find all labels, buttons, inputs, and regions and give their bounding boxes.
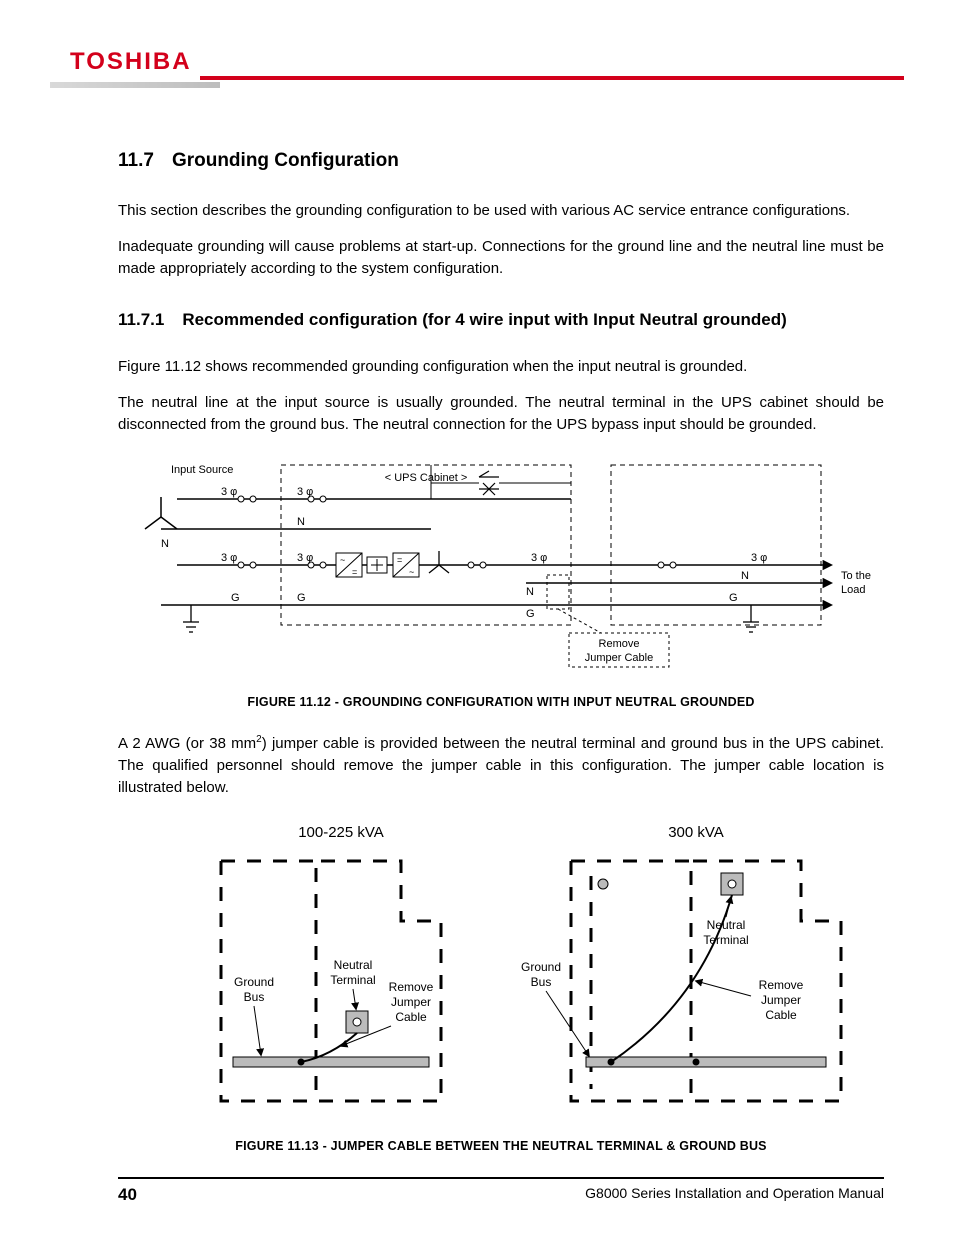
svg-text:Ground: Ground (234, 975, 274, 989)
svg-text:Terminal: Terminal (330, 973, 375, 987)
svg-text:3 φ: 3 φ (297, 552, 313, 564)
figure-11-12-caption: FIGURE 11.12 - GROUNDING CONFIGURATION W… (118, 695, 884, 709)
left-title: 100-225 kVA (298, 824, 384, 841)
svg-text:=: = (352, 567, 357, 577)
svg-text:Ground: Ground (521, 960, 561, 974)
subsection-title: Recommended configuration (for 4 wire in… (182, 310, 786, 329)
page-number: 40 (118, 1185, 137, 1205)
jumper-diagram-svg: 100-225 kVA 300 kVA Ground Bus (141, 821, 861, 1121)
ground-icon (743, 605, 759, 632)
external-box-1 (611, 465, 821, 625)
svg-text:3 φ: 3 φ (751, 552, 767, 564)
input-source-label: Input Source (171, 464, 233, 476)
svg-text:G: G (297, 592, 306, 604)
ups-cabinet-boundary (281, 465, 571, 625)
svg-text:N: N (526, 586, 534, 598)
figure-11-12: Input Source < UPS Cabinet > 3 φ 3 φ (118, 457, 884, 677)
svg-text:Jumper Cable: Jumper Cable (585, 652, 653, 664)
svg-text:~: ~ (409, 567, 414, 577)
svg-text:G: G (526, 608, 535, 620)
svg-text:Bus: Bus (531, 975, 552, 989)
left-ground-bus (233, 1057, 429, 1067)
svg-text:3 φ: 3 φ (531, 552, 547, 564)
svg-text:N: N (741, 570, 749, 582)
svg-text:Terminal: Terminal (703, 933, 748, 947)
svg-text:To the: To the (841, 570, 871, 582)
svg-text:N: N (297, 516, 305, 528)
svg-text:Cable: Cable (395, 1010, 427, 1024)
svg-text:Cable: Cable (765, 1008, 797, 1022)
right-ground-bus (586, 1057, 826, 1067)
page-content: 11.7 Grounding Configuration This section… (0, 90, 954, 1153)
right-title: 300 kVA (668, 824, 724, 841)
text: A 2 AWG (or 38 mm (118, 735, 256, 752)
doc-title: G8000 Series Installation and Operation … (585, 1185, 884, 1205)
header-red-rule (200, 76, 904, 80)
svg-text:Jumper: Jumper (391, 995, 431, 1009)
subsection-number: 11.7.1 (118, 310, 164, 329)
subsection-heading: 11.7.1 Recommended configuration (for 4 w… (118, 309, 884, 332)
paragraph: Inadequate grounding will cause problems… (118, 236, 884, 280)
paragraph: This section describes the grounding con… (118, 200, 884, 222)
svg-text:Remove: Remove (759, 978, 804, 992)
section-heading: 11.7 Grounding Configuration (118, 150, 884, 172)
svg-text:Bus: Bus (244, 990, 265, 1004)
figure-11-13: 100-225 kVA 300 kVA Ground Bus (118, 821, 884, 1121)
ground-icon (183, 605, 199, 632)
jumper-callout (547, 575, 569, 609)
paragraph: Figure 11.12 shows recommended grounding… (118, 356, 884, 378)
svg-text:Remove: Remove (599, 638, 640, 650)
svg-text:G: G (231, 592, 240, 604)
ups-cabinet-label: < UPS Cabinet > (385, 472, 468, 484)
svg-text:G: G (729, 592, 738, 604)
toshiba-logo: TOSHIBA (70, 48, 192, 76)
svg-text:3 φ: 3 φ (297, 486, 313, 498)
svg-text:Remove: Remove (389, 980, 434, 994)
paragraph: The neutral line at the input source is … (118, 392, 884, 436)
svg-text:Neutral: Neutral (334, 958, 373, 972)
page-header: TOSHIBA (0, 0, 954, 90)
svg-text:3 φ: 3 φ (221, 486, 237, 498)
svg-text:=: = (397, 555, 402, 565)
svg-text:Jumper: Jumper (761, 993, 801, 1007)
header-grey-rule (50, 82, 220, 88)
bypass-switch-icon (479, 471, 499, 495)
paragraph: A 2 AWG (or 38 mm2) jumper cable is prov… (118, 733, 884, 798)
figure-11-13-caption: FIGURE 11.13 - JUMPER CABLE BETWEEN THE … (118, 1139, 884, 1153)
svg-text:3 φ: 3 φ (221, 552, 237, 564)
grounding-diagram-svg: Input Source < UPS Cabinet > 3 φ 3 φ (131, 457, 871, 677)
page-footer: 40 G8000 Series Installation and Operati… (118, 1177, 884, 1205)
svg-text:Neutral: Neutral (707, 918, 746, 932)
svg-text:N: N (161, 538, 169, 550)
svg-text:~: ~ (340, 555, 345, 565)
wye-source-icon (145, 497, 177, 529)
section-number: 11.7 (118, 150, 154, 171)
section-title: Grounding Configuration (172, 150, 399, 171)
svg-text:Load: Load (841, 584, 865, 596)
